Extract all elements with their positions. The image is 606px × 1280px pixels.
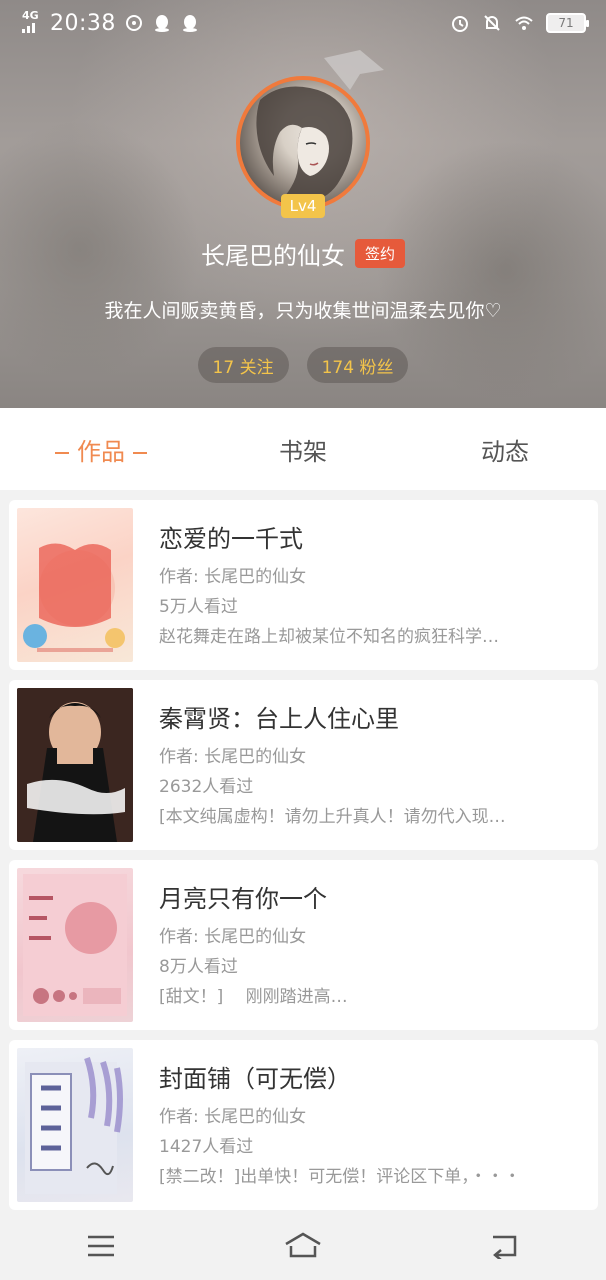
system-navigation-bar bbox=[0, 1212, 606, 1280]
status-bar: 4G 20:38 71 bbox=[0, 0, 606, 46]
wifi-icon bbox=[515, 16, 533, 30]
profile-header: 4G 20:38 71 Lv4 长尾巴的仙女 签约 我在人间贩卖黄昏，只为收集世… bbox=[0, 0, 606, 408]
back-icon bbox=[493, 1235, 517, 1259]
following-button[interactable]: 17 关注 bbox=[197, 347, 289, 383]
signal-icon: 4G bbox=[20, 9, 42, 35]
qq-icon-2 bbox=[182, 15, 197, 32]
book-author: 作者: 长尾巴的仙女 bbox=[159, 926, 307, 947]
book-views: 5万人看过 bbox=[159, 596, 238, 617]
username: 长尾巴的仙女 bbox=[200, 242, 345, 270]
book-cover bbox=[17, 868, 133, 1022]
level-badge: Lv4 bbox=[281, 194, 325, 218]
profile-tabs: 作品 书架 动态 bbox=[0, 408, 606, 490]
tab-bookshelf[interactable]: 书架 bbox=[202, 432, 404, 467]
book-card[interactable]: 恋爱的一千式 作者: 长尾巴的仙女 5万人看过 赵花舞走在路上却被某位不知名的疯… bbox=[9, 500, 598, 670]
home-icon bbox=[285, 1232, 321, 1258]
back-button[interactable] bbox=[475, 1216, 535, 1276]
sync-icon bbox=[125, 15, 142, 31]
followers-button[interactable]: 174 粉丝 bbox=[306, 347, 409, 383]
user-bio: 我在人间贩卖黄昏，只为收集世间温柔去见你♡ bbox=[104, 300, 502, 322]
book-views: 8万人看过 bbox=[159, 956, 238, 977]
book-cover bbox=[17, 508, 133, 662]
menu-button[interactable] bbox=[71, 1216, 131, 1276]
avatar[interactable]: Lv4 bbox=[236, 76, 370, 218]
book-card[interactable]: 秦霄贤：台上人住心里 作者: 长尾巴的仙女 2632人看过 [本文纯属虚构！请勿… bbox=[9, 680, 598, 850]
book-views: 2632人看过 bbox=[159, 776, 254, 797]
book-description: [禁二改！]出单快！可无偿！评论区下单，・・・ bbox=[159, 1166, 521, 1187]
home-button[interactable] bbox=[273, 1216, 333, 1276]
book-list: 恋爱的一千式 作者: 长尾巴的仙女 5万人看过 赵花舞走在路上却被某位不知名的疯… bbox=[9, 500, 598, 1220]
book-card[interactable]: 封面铺（可无偿） 作者: 长尾巴的仙女 1427人看过 [禁二改！]出单快！可无… bbox=[9, 1040, 598, 1210]
book-description: [甜文！] 刚刚踏进高… bbox=[159, 986, 348, 1007]
book-card[interactable]: 月亮只有你一个 作者: 长尾巴的仙女 8万人看过 [甜文！] 刚刚踏进高… bbox=[9, 860, 598, 1030]
book-description: [本文纯属虚构！请勿上升真人！请勿代入现… bbox=[159, 806, 506, 827]
alarm-icon bbox=[452, 16, 468, 32]
tab-works-label: 作品 bbox=[77, 437, 125, 466]
book-title: 秦霄贤：台上人住心里 bbox=[159, 704, 399, 733]
tab-works[interactable]: 作品 bbox=[0, 432, 202, 467]
following-count: 17 关注 bbox=[212, 357, 274, 378]
book-author: 作者: 长尾巴的仙女 bbox=[159, 746, 307, 767]
network-type: 4G bbox=[22, 9, 39, 22]
book-author: 作者: 长尾巴的仙女 bbox=[159, 566, 307, 587]
book-title: 恋爱的一千式 bbox=[159, 524, 303, 553]
tab-activity-label: 动态 bbox=[481, 437, 529, 466]
menu-icon bbox=[88, 1235, 114, 1257]
book-cover bbox=[17, 688, 133, 842]
book-views: 1427人看过 bbox=[159, 1136, 254, 1157]
book-cover bbox=[17, 1048, 133, 1202]
battery-level: 71 bbox=[558, 16, 574, 30]
book-title: 封面铺（可无偿） bbox=[159, 1064, 351, 1093]
tab-activity[interactable]: 动态 bbox=[404, 432, 606, 467]
book-title: 月亮只有你一个 bbox=[159, 884, 327, 913]
book-author: 作者: 长尾巴的仙女 bbox=[159, 1106, 307, 1127]
battery-icon: 71 bbox=[546, 13, 589, 33]
mute-bell-icon bbox=[484, 15, 500, 31]
followers-count: 174 粉丝 bbox=[321, 357, 394, 378]
status-time: 20:38 bbox=[50, 10, 116, 36]
signed-badge: 签约 bbox=[354, 239, 405, 268]
tab-bookshelf-label: 书架 bbox=[279, 437, 327, 466]
qq-icon bbox=[154, 15, 169, 32]
book-description: 赵花舞走在路上却被某位不知名的疯狂科学… bbox=[159, 626, 499, 647]
